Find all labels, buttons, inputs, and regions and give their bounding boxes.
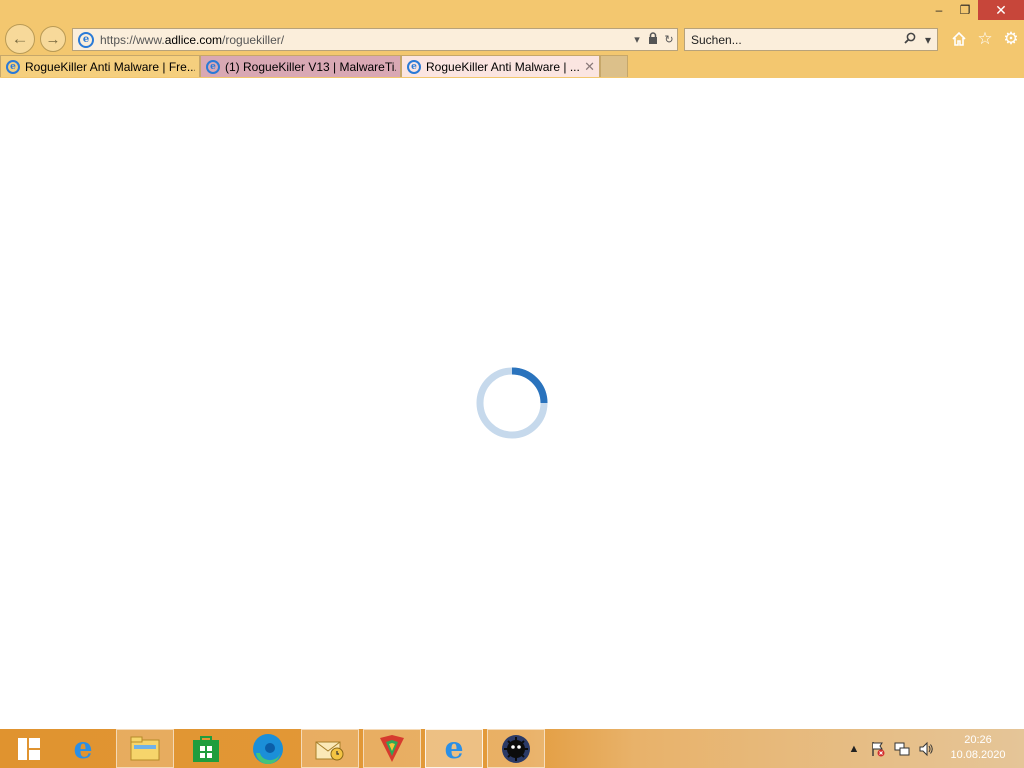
tab-label: RogueKiller Anti Malware | Fre... xyxy=(25,59,195,74)
envelope-clock-icon xyxy=(315,741,344,760)
forward-button[interactable]: → xyxy=(40,26,66,52)
taskbar-mail[interactable] xyxy=(301,729,359,768)
spinner-arc xyxy=(511,367,548,404)
volume-icon[interactable] xyxy=(917,740,935,758)
tab-ie-icon: e xyxy=(407,59,421,74)
taskbar-store[interactable] xyxy=(177,729,235,768)
tab-label: (1) RogueKiller V13 | MalwareTi... xyxy=(225,59,396,74)
back-button[interactable]: ← xyxy=(5,24,35,54)
network-icon[interactable] xyxy=(893,740,911,758)
arrow-right-icon: → xyxy=(45,30,61,48)
system-tray: ▲ xyxy=(845,729,935,768)
ie-icon: e xyxy=(444,731,464,766)
tab-ie-icon: e xyxy=(206,59,220,74)
url-prefix: https://www. xyxy=(100,32,165,47)
taskbar-security-app[interactable] xyxy=(363,729,421,768)
taskbar-edge[interactable] xyxy=(239,729,297,768)
new-tab-button[interactable] xyxy=(600,55,628,77)
clock-time: 20:26 xyxy=(964,734,992,746)
page-content xyxy=(0,78,1024,729)
edge-icon xyxy=(253,733,283,764)
browser-chrome: – ❐ ✕ ← → e https://www.adlice.com/rogue… xyxy=(0,0,1024,78)
taskbar-roguekiller[interactable] xyxy=(487,729,545,768)
search-input[interactable] xyxy=(685,32,901,47)
restore-button[interactable]: ❐ xyxy=(952,0,978,20)
tab-ie-icon: e xyxy=(6,59,20,74)
arrow-left-icon: ← xyxy=(11,29,29,48)
shield-icon xyxy=(380,734,404,762)
tab-label: RogueKiller Anti Malware | ... xyxy=(426,59,580,74)
taskbar-internet-explorer[interactable]: e xyxy=(54,729,112,768)
search-box[interactable]: ▾ xyxy=(684,28,938,51)
action-center-flag-icon[interactable] xyxy=(869,740,887,758)
site-ie-icon: e xyxy=(78,31,94,48)
taskbar-internet-explorer-active[interactable]: e xyxy=(425,729,483,768)
url-text[interactable]: https://www.adlice.com/roguekiller/ xyxy=(100,33,629,47)
ie-icon: e xyxy=(73,731,93,766)
settings-icon[interactable]: ⚙ xyxy=(1000,28,1022,50)
tab-3-active[interactable]: e RogueKiller Anti Malware | ... ✕ xyxy=(401,55,600,77)
clock-date: 10.08.2020 xyxy=(950,749,1006,761)
show-hidden-icons-icon[interactable]: ▲ xyxy=(845,740,863,758)
address-bar[interactable]: e https://www.adlice.com/roguekiller/ ▾ … xyxy=(72,28,678,51)
refresh-icon[interactable]: ↻ xyxy=(661,33,677,46)
search-icon[interactable] xyxy=(901,32,919,47)
lock-icon[interactable] xyxy=(645,32,661,47)
start-button[interactable] xyxy=(0,729,58,768)
minimize-button[interactable]: – xyxy=(926,0,952,20)
tab-1[interactable]: e RogueKiller Anti Malware | Fre... xyxy=(0,55,200,77)
close-button[interactable]: ✕ xyxy=(978,0,1024,20)
tab-bar: e RogueKiller Anti Malware | Fre... e (1… xyxy=(0,55,628,77)
roguekiller-icon xyxy=(502,734,530,763)
loading-spinner-icon xyxy=(476,367,548,439)
search-dropdown-icon[interactable]: ▾ xyxy=(919,33,937,47)
taskbar-file-explorer[interactable] xyxy=(116,729,174,768)
favorites-icon[interactable]: ☆ xyxy=(974,28,996,50)
store-icon xyxy=(193,735,219,762)
tab-2[interactable]: e (1) RogueKiller V13 | MalwareTi... xyxy=(200,55,401,77)
windows-logo-icon xyxy=(18,737,40,760)
tab-close-icon[interactable]: ✕ xyxy=(584,59,595,75)
toolbar-icons: ☆ ⚙ xyxy=(948,28,1022,50)
taskbar-clock[interactable]: 20:26 10.08.2020 xyxy=(945,733,1011,763)
dropdown-icon[interactable]: ▾ xyxy=(629,33,645,46)
folder-icon xyxy=(130,736,160,760)
url-domain: adlice.com xyxy=(164,32,223,47)
url-path: /roguekiller/ xyxy=(222,32,285,47)
window-controls: – ❐ ✕ xyxy=(926,0,1024,20)
home-icon[interactable] xyxy=(948,28,970,50)
taskbar: e e ▲ 20:26 10.08.2020 xyxy=(0,729,1024,768)
